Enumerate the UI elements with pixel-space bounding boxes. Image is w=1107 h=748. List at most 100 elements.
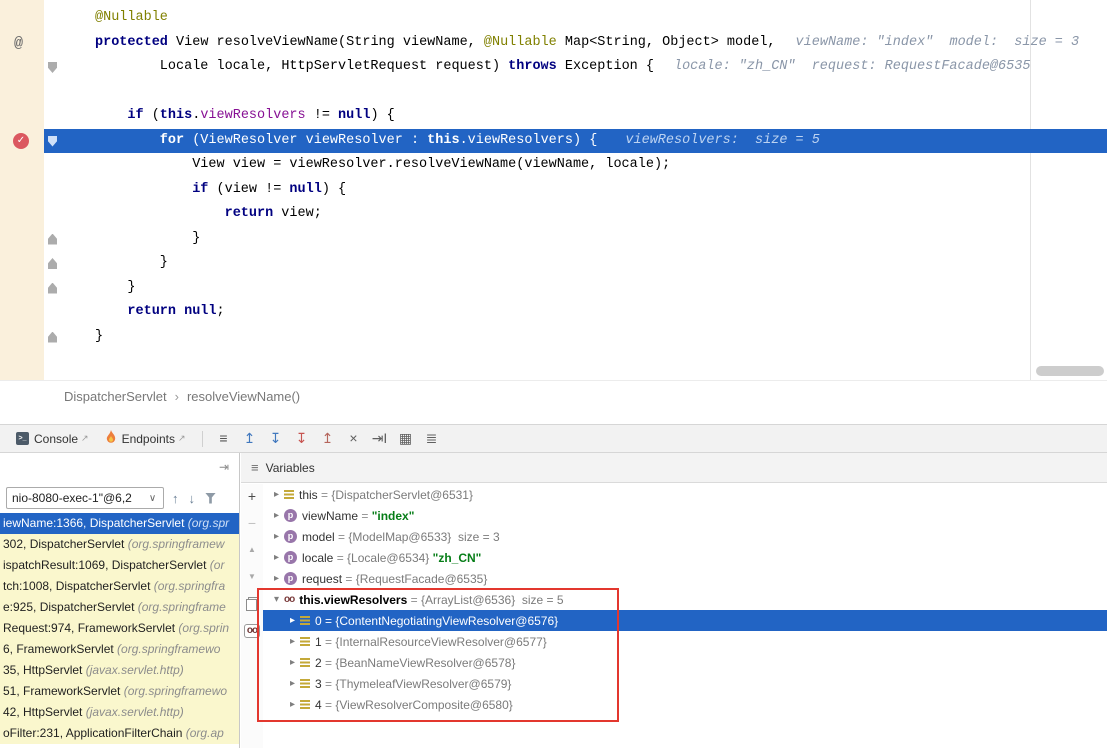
remove-watch-icon[interactable]: −	[248, 516, 256, 530]
scroll-up-blue-icon[interactable]: ↥	[237, 425, 263, 452]
show-watches-icon[interactable]: oo	[244, 624, 260, 638]
filter-icon[interactable]	[205, 493, 216, 504]
breadcrumb-item[interactable]: resolveViewName()	[187, 389, 300, 404]
chevron-right-icon[interactable]: ▸	[269, 573, 284, 584]
frame-row[interactable]: ispatchResult:1069, DispatcherServlet (o…	[0, 555, 239, 576]
chevron-right-icon[interactable]: ▸	[269, 510, 284, 521]
chevron-right-icon[interactable]: ▸	[285, 678, 300, 689]
breakpoint-gutter[interactable]	[0, 6, 44, 31]
frame-row[interactable]: 51, FrameworkServlet (org.springframewo	[0, 681, 239, 702]
breakpoint-gutter[interactable]	[0, 104, 44, 129]
code-line[interactable]: }	[0, 227, 1107, 252]
variable-row[interactable]: ▸4 = {ViewResolverComposite@6580}	[263, 694, 1107, 715]
scroll-up-red-icon[interactable]: ↥	[315, 425, 341, 452]
variable-row[interactable]: ▸0 = {ContentNegotiatingViewResolver@657…	[263, 610, 1107, 631]
frame-row[interactable]: Request:974, FrameworkServlet (org.sprin	[0, 618, 239, 639]
frame-row[interactable]: iewName:1366, DispatcherServlet (org.spr	[0, 513, 239, 534]
breakpoint-gutter[interactable]	[0, 251, 44, 276]
fold-down-icon[interactable]	[48, 136, 57, 147]
chevron-down-icon[interactable]: ▾	[269, 594, 284, 605]
variable-row[interactable]: ▸plocale = {Locale@6534} "zh_CN"	[263, 547, 1107, 568]
code-line[interactable]: if (this.viewResolvers != null) {	[0, 104, 1107, 129]
frame-row[interactable]: 6, FrameworkServlet (org.springframewo	[0, 639, 239, 660]
chevron-right-icon[interactable]: ▸	[285, 699, 300, 710]
duplicate-watch-icon[interactable]	[246, 597, 259, 611]
variable-row[interactable]: ▸this = {DispatcherServlet@6531}	[263, 484, 1107, 505]
frame-up-icon[interactable]: ↑	[172, 491, 179, 506]
clear-output-icon[interactable]: ×	[341, 425, 367, 452]
menu-icon[interactable]: ≡	[211, 425, 237, 452]
breakpoint-gutter[interactable]: ✓	[0, 129, 44, 154]
chevron-right-icon[interactable]: ▸	[269, 531, 284, 542]
chevron-right-icon[interactable]: ▸	[269, 489, 284, 500]
fold-up-icon[interactable]	[48, 234, 57, 245]
fold-gutter[interactable]	[44, 55, 62, 80]
variable-row[interactable]: ▸pviewName = "index"	[263, 505, 1107, 526]
fold-gutter[interactable]	[44, 202, 62, 227]
pane-pin-icon[interactable]: ⇥	[219, 460, 229, 474]
frame-row[interactable]: 42, HttpServlet (javax.servlet.http)	[0, 702, 239, 723]
tab-console[interactable]: >_ Console ↗	[8, 425, 97, 452]
thread-dropdown[interactable]: nio-8080-exec-1"@6,2 ∨	[6, 487, 164, 509]
fold-gutter[interactable]	[44, 251, 62, 276]
breakpoint-gutter[interactable]	[0, 178, 44, 203]
fold-gutter[interactable]	[44, 153, 62, 178]
code-line[interactable]: }	[0, 276, 1107, 301]
caret-jump-icon[interactable]: ⇥I	[367, 425, 393, 452]
add-watch-icon[interactable]: +	[248, 489, 256, 503]
code-line[interactable]: ✓for (ViewResolver viewResolver : this.v…	[0, 129, 1107, 154]
fold-gutter[interactable]	[44, 300, 62, 325]
fold-gutter[interactable]	[44, 31, 62, 56]
code-line[interactable]: return view;	[0, 202, 1107, 227]
variable-row[interactable]: ▾oothis.viewResolvers = {ArrayList@6536}…	[263, 589, 1107, 610]
code-line[interactable]: }	[0, 251, 1107, 276]
columns-icon[interactable]: ≣	[419, 425, 445, 452]
scroll-down-icon[interactable]: ▼	[248, 570, 256, 584]
breakpoint-gutter[interactable]	[0, 227, 44, 252]
chevron-right-icon[interactable]: ▸	[285, 657, 300, 668]
breakpoint-gutter[interactable]	[0, 55, 44, 80]
breadcrumb-item[interactable]: DispatcherServlet	[64, 389, 167, 404]
fold-gutter[interactable]	[44, 104, 62, 129]
fold-up-icon[interactable]	[48, 258, 57, 269]
breakpoint-icon[interactable]: ✓	[13, 133, 29, 149]
menu-icon[interactable]: ≡	[251, 460, 259, 475]
breakpoint-gutter[interactable]	[0, 276, 44, 301]
code-editor[interactable]: @Nullable@protected View resolveViewName…	[0, 0, 1107, 380]
code-line[interactable]: return null;	[0, 300, 1107, 325]
chevron-right-icon[interactable]: ▸	[285, 636, 300, 647]
grid-icon[interactable]: ▦	[393, 425, 419, 452]
chevron-right-icon[interactable]: ▸	[269, 552, 284, 563]
code-line[interactable]: @Nullable	[0, 6, 1107, 31]
scroll-down-blue-icon[interactable]: ↧	[263, 425, 289, 452]
frame-down-icon[interactable]: ↓	[189, 491, 196, 506]
fold-gutter[interactable]	[44, 325, 62, 350]
frame-row[interactable]: 35, HttpServlet (javax.servlet.http)	[0, 660, 239, 681]
chevron-right-icon[interactable]: ▸	[285, 615, 300, 626]
horizontal-scrollbar[interactable]	[1036, 366, 1104, 376]
fold-gutter[interactable]	[44, 80, 62, 105]
code-line[interactable]: }	[0, 325, 1107, 350]
code-area[interactable]: @Nullable@protected View resolveViewName…	[0, 6, 1107, 349]
variable-row[interactable]: ▸1 = {InternalResourceViewResolver@6577}	[263, 631, 1107, 652]
frame-row[interactable]: tch:1008, DispatcherServlet (org.springf…	[0, 576, 239, 597]
tab-endpoints[interactable]: Endpoints ↗	[97, 425, 194, 452]
fold-gutter[interactable]	[44, 6, 62, 31]
fold-down-icon[interactable]	[48, 62, 57, 73]
variable-row[interactable]: ▸prequest = {RequestFacade@6535}	[263, 568, 1107, 589]
fold-up-icon[interactable]	[48, 283, 57, 294]
fold-gutter[interactable]	[44, 227, 62, 252]
fold-gutter[interactable]	[44, 129, 62, 154]
variable-row[interactable]: ▸pmodel = {ModelMap@6533} size = 3	[263, 526, 1107, 547]
breakpoint-gutter[interactable]	[0, 202, 44, 227]
code-line[interactable]: Locale locale, HttpServletRequest reques…	[0, 55, 1107, 80]
breakpoint-gutter[interactable]	[0, 80, 44, 105]
breakpoint-gutter[interactable]	[0, 300, 44, 325]
fold-up-icon[interactable]	[48, 332, 57, 343]
code-line[interactable]: @protected View resolveViewName(String v…	[0, 31, 1107, 56]
breakpoint-gutter[interactable]	[0, 153, 44, 178]
frame-row[interactable]: oFilter:231, ApplicationFilterChain (org…	[0, 723, 239, 744]
frame-row[interactable]: 302, DispatcherServlet (org.springframew	[0, 534, 239, 555]
fold-gutter[interactable]	[44, 276, 62, 301]
breakpoint-gutter[interactable]: @	[0, 31, 44, 56]
